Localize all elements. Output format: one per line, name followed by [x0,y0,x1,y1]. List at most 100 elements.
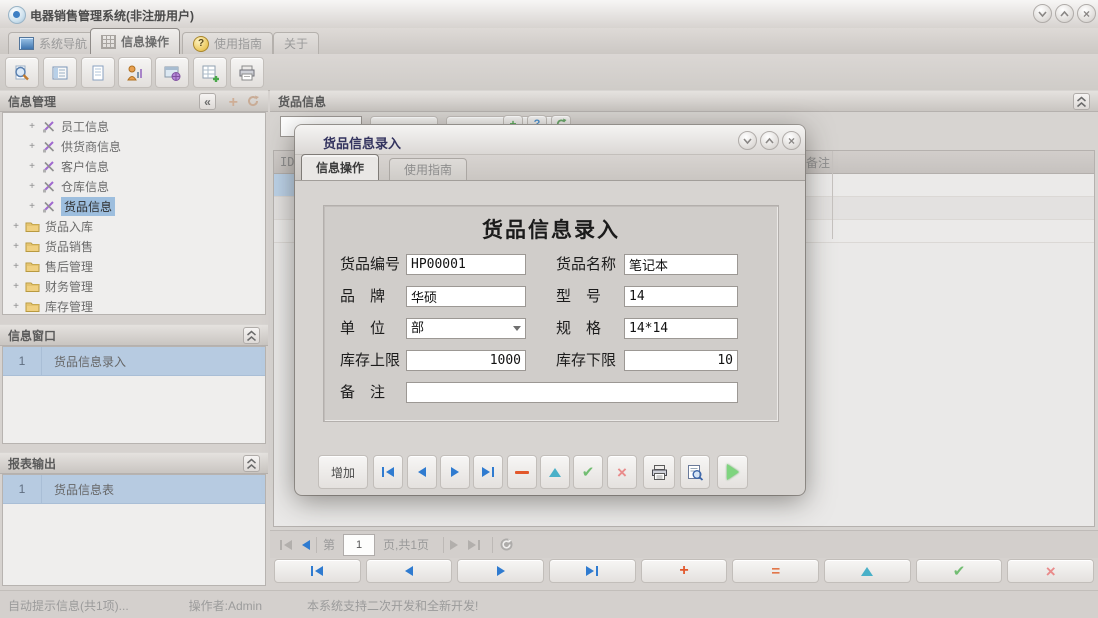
minimize-button[interactable] [1033,4,1052,23]
tree-item-supplier-info[interactable]: + 供货商信息 [3,136,265,156]
goods-name-input[interactable] [624,254,738,275]
table-add-button[interactable] [193,57,227,88]
tree-item-goods-sales[interactable]: + 货品销售 [3,236,265,256]
model-input[interactable] [624,286,738,307]
dialog-minimize-button[interactable] [738,131,757,150]
next-record-button[interactable] [457,559,544,583]
prev-page-button[interactable] [302,540,310,550]
prev-icon [418,467,426,477]
collapse-report-button[interactable] [243,455,260,472]
window-globe-button[interactable] [155,57,189,88]
nav-first-button[interactable] [373,455,403,489]
collapse-goods-panel-button[interactable] [1073,93,1090,110]
title-bar: 电器销售管理系统(非注册用户) × [0,0,1098,29]
form-view-button[interactable] [43,57,77,88]
tree-item-warehouse-info[interactable]: + 仓库信息 [3,176,265,196]
tree-item-customer-info[interactable]: + 客户信息 [3,156,265,176]
user-report-button[interactable] [118,57,152,88]
nav-prev-button[interactable] [407,455,437,489]
unit-select[interactable]: 部 [406,318,526,339]
tab-user-guide[interactable]: ? 使用指南 [182,32,273,54]
first-record-button[interactable] [274,559,361,583]
close-icon: × [1083,8,1090,20]
report-output-title: 报表输出 [8,455,56,472]
first-page-button[interactable] [280,540,292,550]
list-item-goods-report[interactable]: 1 货品信息表 [3,475,265,504]
collapse-sidebar-button[interactable]: « [199,93,216,110]
delete-button[interactable] [507,455,537,489]
next-icon [451,467,459,477]
refresh-tree-icon[interactable] [246,94,260,108]
folder-icon [25,299,40,313]
double-chevron-up-icon [1076,96,1087,108]
info-window-list: 1 货品信息录入 [2,346,266,444]
refresh-icon [499,537,514,552]
close-button[interactable]: × [1077,4,1096,23]
info-management-title: 信息管理 [8,93,56,110]
dialog-close-button[interactable]: × [782,131,801,150]
edit-button[interactable] [540,455,570,489]
last-record-button[interactable] [549,559,636,583]
nav-last-button[interactable] [473,455,503,489]
save-button[interactable]: ✔ [573,455,603,489]
chevron-down-icon [742,137,753,145]
stock-max-input[interactable] [406,350,526,371]
tree-item-finance[interactable]: + 财务管理 [3,276,265,296]
tree-item-goods-inbound[interactable]: + 货品入库 [3,216,265,236]
grid-icon [101,35,116,49]
add-node-icon[interactable]: + [229,94,238,112]
edit-record-button[interactable] [824,559,911,583]
remark-input[interactable] [406,382,738,403]
app-window: 电器销售管理系统(非注册用户) × 系统导航 信息操作 ? 使用指南 [0,0,1098,618]
print-button[interactable] [643,455,675,489]
tab-system-nav[interactable]: 系统导航 [8,32,98,54]
last-page-button[interactable] [468,540,480,550]
nav-next-button[interactable] [440,455,470,489]
label-model: 型 号 [556,286,601,308]
info-window-header: 信息窗口 [0,324,268,346]
goods-code-input[interactable] [406,254,526,275]
tree-item-after-sales[interactable]: + 售后管理 [3,256,265,276]
goods-info-panel-title: 货品信息 [278,93,326,110]
brand-input[interactable] [406,286,526,307]
list-item-goods-entry[interactable]: 1 货品信息录入 [3,347,265,376]
delete-record-button[interactable]: = [732,559,819,583]
dialog-tab-info-operation[interactable]: 信息操作 [301,154,379,180]
document-button[interactable] [81,57,115,88]
tab-info-operation[interactable]: 信息操作 [90,28,180,54]
confirm-record-button[interactable]: ✔ [916,559,1003,583]
dialog-maximize-button[interactable] [760,131,779,150]
maximize-button[interactable] [1055,4,1074,23]
add-button[interactable]: 增加 [318,455,368,489]
run-button[interactable] [717,455,748,489]
tree-item-employee-info[interactable]: + 员工信息 [3,116,265,136]
form-title: 货品信息录入 [324,214,778,244]
window-title: 电器销售管理系统(非注册用户) [30,7,194,24]
cancel-button[interactable]: × [607,455,637,489]
tree-item-goods-info[interactable]: + 货品信息 [3,196,265,216]
dialog-tab-user-guide[interactable]: 使用指南 [389,158,467,180]
next-page-button[interactable] [450,540,458,550]
label-unit: 单 位 [340,318,385,340]
page-number-input[interactable] [343,534,375,556]
check-icon: ✔ [953,564,966,579]
tree-item-inventory[interactable]: + 库存管理 [3,296,265,316]
search-button[interactable] [5,57,39,88]
folder-icon [25,219,40,233]
add-record-button[interactable]: + [641,559,728,583]
collapse-info-window-button[interactable] [243,327,260,344]
prev-record-button[interactable] [366,559,453,583]
check-icon: ✔ [582,465,595,480]
tab-about[interactable]: 关于 [273,32,319,54]
print-preview-button[interactable] [680,455,710,489]
refresh-grid-button[interactable] [499,537,514,552]
print-button[interactable] [230,57,264,88]
page-suffix-label: 页,共1页 [383,536,429,553]
app-logo-icon [8,6,26,24]
cancel-record-button[interactable]: × [1007,559,1094,583]
window-globe-icon [162,63,182,83]
stock-min-input[interactable] [624,350,738,371]
spec-input[interactable] [624,318,738,339]
label-goods-name: 货品名称 [556,254,616,276]
label-stock-min: 库存下限 [556,350,616,372]
